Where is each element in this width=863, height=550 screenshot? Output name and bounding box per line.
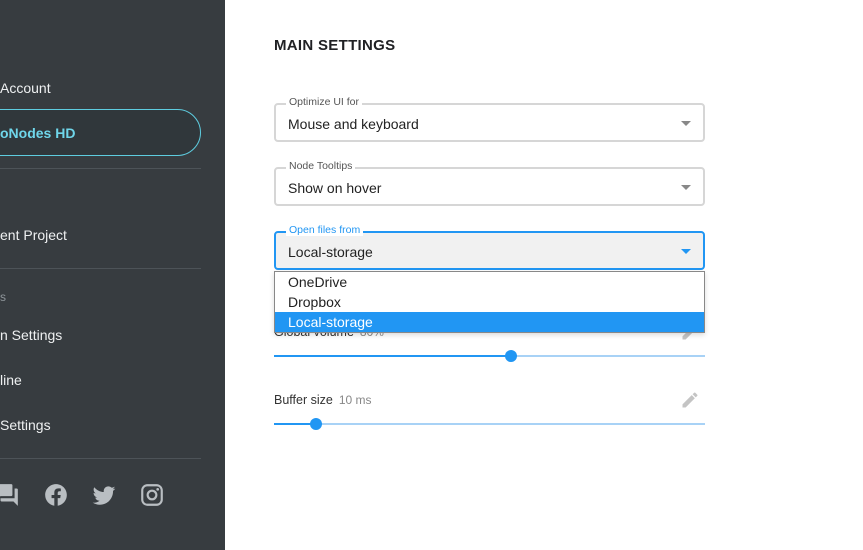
sidebar-item-settings[interactable]: n Settings — [0, 327, 62, 343]
field-legend: Optimize UI for — [286, 96, 363, 108]
instagram-icon[interactable] — [139, 482, 165, 508]
field-legend: Node Tooltips — [286, 160, 356, 172]
twitter-icon[interactable] — [91, 482, 117, 508]
chevron-down-icon[interactable] — [681, 249, 691, 254]
global-volume-slider[interactable] — [274, 350, 705, 362]
chevron-down-icon[interactable] — [681, 185, 691, 190]
facebook-icon[interactable] — [43, 482, 69, 508]
page-title: MAIN SETTINGS — [274, 37, 396, 54]
slider-thumb[interactable] — [505, 350, 518, 362]
slider-thumb[interactable] — [310, 418, 323, 430]
chevron-down-icon[interactable] — [681, 121, 691, 126]
field-legend: Open files from — [286, 224, 364, 236]
field-value: Show on hover — [288, 180, 382, 196]
edit-pencil-icon[interactable] — [680, 390, 700, 410]
sidebar-divider — [0, 268, 201, 269]
sidebar-divider — [0, 168, 201, 169]
open-files-dropdown-menu: OneDrive Dropbox Local-storage — [274, 271, 705, 333]
menu-item-dropbox[interactable]: Dropbox — [275, 292, 704, 312]
sidebar-divider — [0, 458, 201, 459]
sidebar-item-project[interactable]: ent Project — [0, 227, 67, 243]
sidebar: Account oNodes HD ent Project s n Settin… — [0, 0, 225, 550]
sidebar-item-nodes-hd[interactable]: oNodes HD — [0, 125, 75, 141]
optimize-ui-select[interactable]: Optimize UI for Mouse and keyboard — [274, 96, 705, 142]
buffer-size-slider[interactable] — [274, 418, 705, 430]
sidebar-section-caption: s — [0, 290, 6, 304]
sidebar-item-more-settings[interactable]: Settings — [0, 417, 51, 433]
slider-label-text: Buffer size — [274, 393, 333, 407]
sidebar-item-line[interactable]: line — [0, 372, 22, 388]
forum-icon[interactable] — [0, 482, 20, 508]
field-value: Mouse and keyboard — [288, 116, 419, 132]
slider-fill — [274, 355, 512, 357]
node-tooltips-select[interactable]: Node Tooltips Show on hover — [274, 160, 705, 206]
open-files-from-select[interactable]: Open files from Local-storage — [274, 224, 705, 270]
sidebar-item-account[interactable]: Account — [0, 80, 51, 96]
menu-item-onedrive[interactable]: OneDrive — [275, 272, 704, 292]
field-value: Local-storage — [288, 244, 373, 260]
slider-value: 10 ms — [338, 393, 372, 407]
menu-item-local-storage[interactable]: Local-storage — [275, 312, 704, 332]
buffer-size-label: Buffer size 10 ms — [274, 393, 372, 407]
